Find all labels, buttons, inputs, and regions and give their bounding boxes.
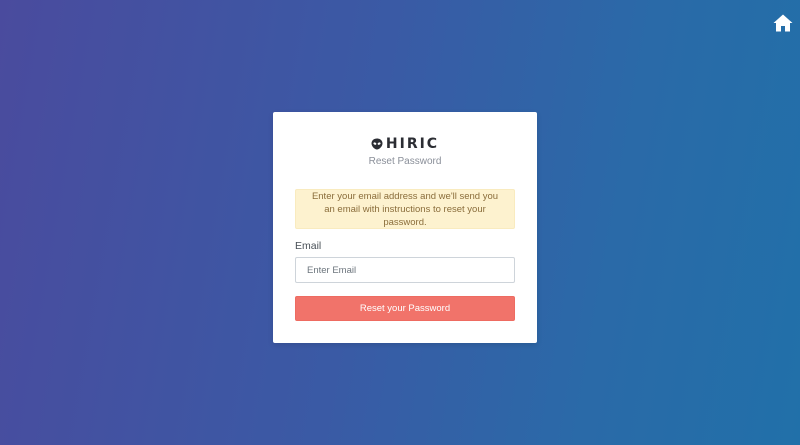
reset-password-card: HIRIC Reset Password Enter your email ad…	[273, 112, 537, 343]
info-alert: Enter your email address and we'll send …	[295, 189, 515, 229]
email-input[interactable]	[295, 257, 515, 283]
page-subtitle: Reset Password	[368, 156, 442, 167]
brand-name: HIRIC	[385, 136, 440, 152]
email-label: Email	[295, 240, 322, 252]
home-icon	[773, 14, 793, 32]
home-button[interactable]	[773, 14, 793, 32]
alien-head-icon	[371, 138, 383, 150]
brand-logo: HIRIC	[273, 136, 537, 152]
reset-password-button[interactable]: Reset your Password	[295, 296, 515, 321]
